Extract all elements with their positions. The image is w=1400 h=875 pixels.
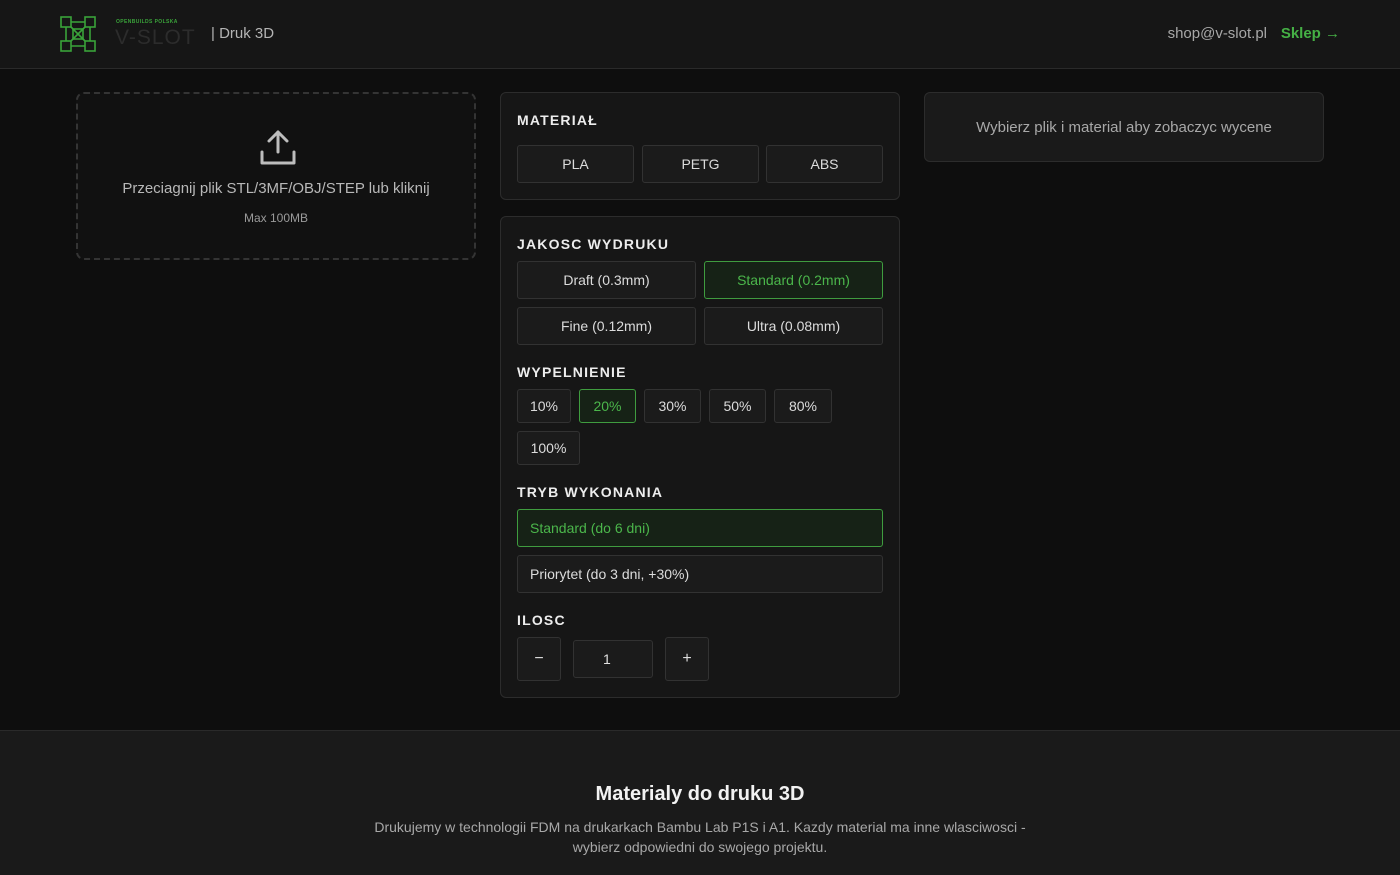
quantity-increase-button[interactable]: + [665,637,709,681]
quality-label: JAKOSC WYDRUKU [517,236,670,252]
quality-option-draft[interactable]: Draft (0.3mm) [517,261,696,299]
shop-link[interactable]: Sklep → [1281,25,1340,42]
materials-section-description: Drukujemy w technologii FDM na drukarkac… [374,819,1026,855]
price-summary: Wybierz plik i material aby zobaczyc wyc… [924,92,1324,162]
header-subtitle: | Druk 3D [211,25,275,42]
infill-option-50[interactable]: 50% [709,389,766,423]
quality-option-fine[interactable]: Fine (0.12mm) [517,307,696,345]
site-header: OPENBUILDS POLSKA V-SLOT | Druk 3D shop@… [0,0,1400,69]
infill-option-100[interactable]: 100% [517,431,580,465]
vslot-logo-icon[interactable] [59,15,97,53]
material-option-abs[interactable]: ABS [766,145,883,183]
file-upload-dropzone[interactable]: Przeciagnij plik STL/3MF/OBJ/STEP lub kl… [76,92,476,260]
material-label: MATERIAŁ [517,112,598,128]
materials-section-title: Materialy do druku 3D [595,783,805,805]
infill-option-30[interactable]: 30% [644,389,701,423]
infill-option-80[interactable]: 80% [774,389,832,423]
material-option-pla[interactable]: PLA [517,145,634,183]
upload-instructions: Przeciagnij plik STL/3MF/OBJ/STEP lub kl… [122,180,430,197]
quantity-label: ILOSC [517,612,566,628]
quality-option-standard[interactable]: Standard (0.2mm) [704,261,883,299]
quantity-input[interactable]: 1 [573,640,653,678]
upload-icon [260,130,296,165]
brand-small-text: OPENBUILDS POLSKA [116,19,178,25]
print-settings-panel: JAKOSC WYDRUKU Draft (0.3mm) Standard (0… [500,216,900,698]
materials-info-section: Materialy do druku 3D Drukujemy w techno… [0,730,1400,875]
brand-logo-text: V-SLOT [115,26,196,49]
infill-label: WYPELNIENIE [517,364,627,380]
mode-option-standard[interactable]: Standard (do 6 dni) [517,509,883,547]
contact-email-link[interactable]: shop@v-slot.pl [1168,25,1267,42]
mode-option-priority[interactable]: Priorytet (do 3 dni, +30%) [517,555,883,593]
mode-label: TRYB WYKONANIA [517,484,664,500]
quality-option-ultra[interactable]: Ultra (0.08mm) [704,307,883,345]
infill-option-10[interactable]: 10% [517,389,571,423]
material-panel: MATERIAŁ PLA PETG ABS [500,92,900,200]
infill-option-20[interactable]: 20% [579,389,636,423]
material-option-petg[interactable]: PETG [642,145,759,183]
upload-max-size: Max 100MB [243,211,309,225]
quantity-decrease-button[interactable]: − [517,637,561,681]
